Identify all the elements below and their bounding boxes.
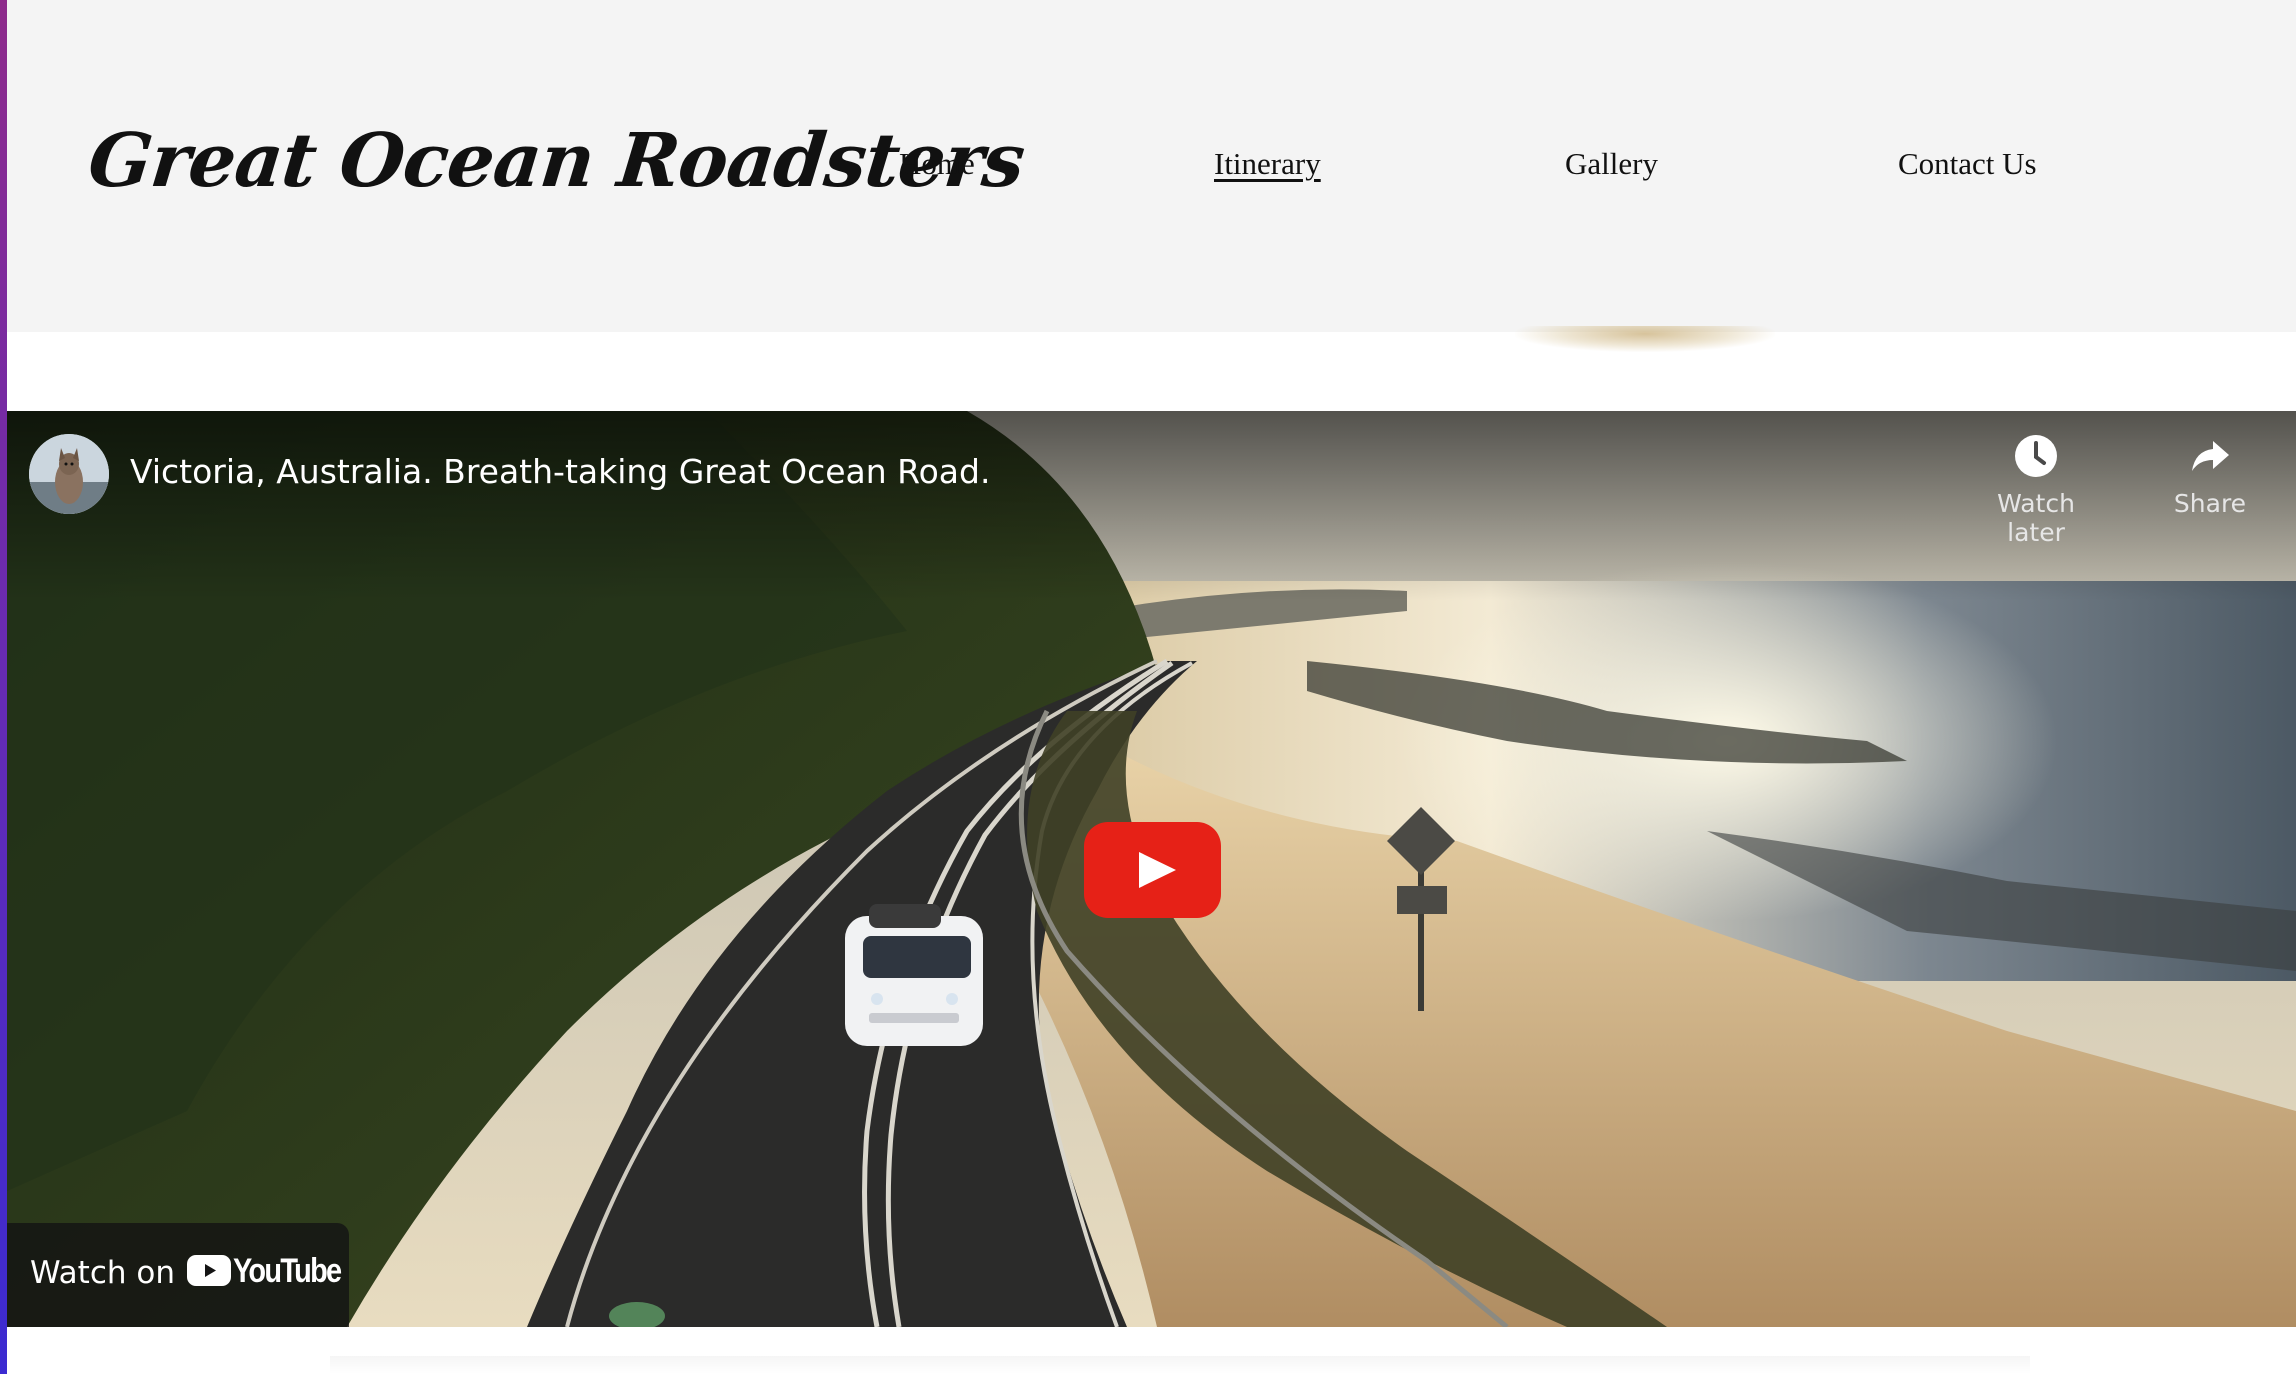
share-button[interactable]: Share — [2155, 433, 2265, 518]
nav-item-gallery[interactable]: Gallery — [1565, 146, 1658, 182]
nav-item-contact-us[interactable]: Contact Us — [1898, 146, 2037, 182]
youtube-wordmark: YouTube — [233, 1252, 342, 1290]
page-edge-accent — [0, 0, 7, 1374]
play-icon — [1139, 852, 1176, 888]
nav-item-home[interactable]: Home — [899, 146, 975, 182]
video-title-gradient — [7, 411, 2296, 601]
clock-icon — [2015, 435, 2057, 477]
section-divider — [330, 1356, 2030, 1374]
decorative-brush-stroke — [1515, 326, 1775, 352]
main-nav: Home Itinerary Gallery Contact Us — [7, 146, 2296, 186]
nav-item-itinerary[interactable]: Itinerary — [1214, 146, 1321, 182]
watch-on-label: Watch on — [30, 1255, 175, 1291]
share-arrow-icon — [2192, 441, 2229, 471]
site-header: Great Ocean Roadsters Home Itinerary Gal… — [7, 0, 2296, 332]
video-title[interactable]: Victoria, Australia. Breath-taking Great… — [130, 452, 990, 491]
share-label: Share — [2173, 489, 2247, 518]
youtube-video-embed[interactable]: Victoria, Australia. Breath-taking Great… — [7, 411, 2296, 1327]
channel-avatar[interactable] — [29, 434, 109, 514]
watch-later-label: Watch later — [1997, 489, 2075, 547]
youtube-logo-icon — [187, 1255, 231, 1286]
watch-later-button[interactable]: Watch later — [1971, 433, 2101, 547]
kangaroo-avatar-icon — [29, 434, 109, 514]
play-button[interactable] — [1084, 822, 1221, 918]
car-icon — [845, 904, 983, 1046]
watch-on-youtube-button[interactable]: Watch on YouTube — [7, 1223, 349, 1327]
